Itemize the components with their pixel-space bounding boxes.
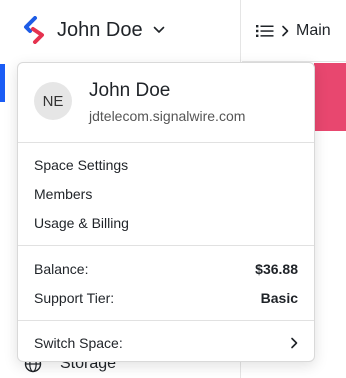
user-name: John Doe (89, 80, 171, 101)
switch-space-item[interactable]: Switch Space: (34, 335, 298, 351)
space-settings-link[interactable]: Space Settings (34, 157, 128, 173)
chevron-right-icon (291, 337, 298, 349)
space-name: John Doe (57, 18, 143, 41)
divider (18, 320, 314, 321)
balance-row: Balance: $36.88 (34, 261, 298, 277)
signalwire-logo-icon (24, 16, 44, 44)
breadcrumb-current[interactable]: Main (296, 22, 331, 40)
switch-space-label: Switch Space: (34, 335, 123, 351)
support-tier-value: Basic (260, 290, 298, 306)
alert-banner (314, 63, 346, 131)
divider (18, 142, 314, 143)
chevron-right-icon (282, 25, 289, 37)
list-icon[interactable] (256, 24, 274, 38)
active-nav-indicator (0, 64, 5, 102)
balance-label: Balance: (34, 261, 89, 277)
account-dropdown-menu: NE John Doe jdtelecom.signalwire.com Spa… (17, 62, 315, 362)
avatar: NE (34, 82, 72, 120)
space-switcher-button[interactable]: John Doe (22, 14, 165, 46)
chevron-down-icon (153, 26, 164, 33)
top-bar: Main (242, 0, 346, 62)
members-link[interactable]: Members (34, 186, 92, 202)
breadcrumb: Main (256, 20, 331, 42)
support-tier-row: Support Tier: Basic (34, 290, 298, 306)
balance-value: $36.88 (255, 261, 298, 277)
divider (18, 245, 314, 246)
support-tier-label: Support Tier: (34, 290, 115, 306)
user-domain: jdtelecom.signalwire.com (89, 108, 246, 124)
usage-billing-link[interactable]: Usage & Billing (34, 215, 129, 231)
